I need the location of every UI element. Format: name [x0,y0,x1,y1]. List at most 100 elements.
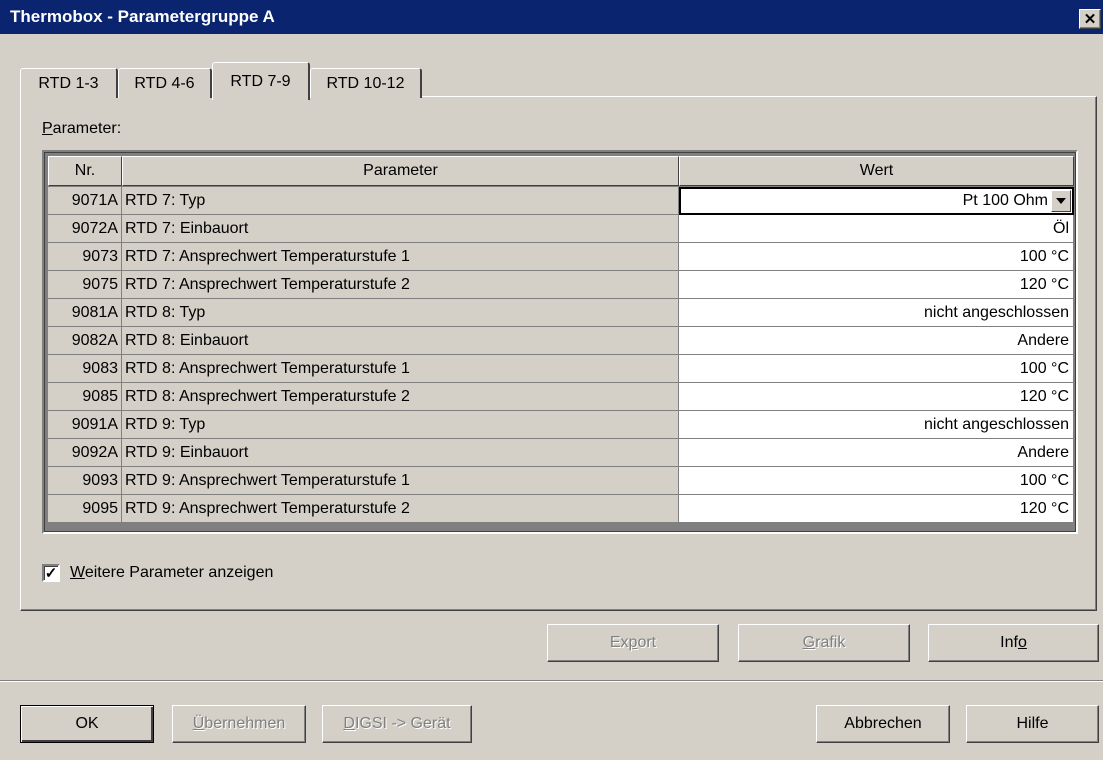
cell-parameter: RTD 7: Typ [122,187,679,215]
cell-parameter: RTD 9: Einbauort [122,439,679,467]
mnemonic: G [802,634,816,651]
table-row[interactable]: 9095 RTD 9: Ansprechwert Temperaturstufe… [48,495,1074,523]
uebernehmen-button[interactable]: Übernehmen [172,705,306,743]
mnemonic: D [343,715,355,732]
section-label: Parameter: [42,120,121,138]
cell-value[interactable]: 100 °C [679,243,1074,271]
dropdown-button[interactable] [1051,190,1071,212]
cell-nr: 9073 [48,243,122,271]
label-part: Inf [1000,634,1018,651]
cell-nr: 9093 [48,467,122,495]
cell-parameter: RTD 9: Ansprechwert Temperaturstufe 2 [122,495,679,523]
mnemonic: W [70,564,85,581]
column-header-nr[interactable]: Nr. [48,156,122,186]
label-part: bernehmen [204,715,286,732]
cell-nr: 9083 [48,355,122,383]
mnemonic: p [628,634,638,651]
table-row[interactable]: 9085 RTD 8: Ansprechwert Temperaturstufe… [48,383,1074,411]
label-part: ort [637,634,657,651]
tab-label: RTD 10-12 [326,74,405,92]
cell-value[interactable]: 100 °C [679,355,1074,383]
label-part: IGSI -> Gerät [354,715,451,732]
cell-value[interactable]: nicht angeschlossen [679,411,1074,439]
info-button[interactable]: Inf o [928,624,1099,662]
chevron-down-icon [1056,198,1066,204]
button-label: Abbrechen [844,715,922,732]
abbrechen-button[interactable]: Abbrechen [816,705,950,743]
cell-nr: 9085 [48,383,122,411]
header-label: Parameter [363,162,438,179]
export-button[interactable]: Ex p ort [547,624,719,662]
cell-parameter: RTD 9: Typ [122,411,679,439]
header-label: Wert [859,162,894,179]
cell-parameter: RTD 8: Ansprechwert Temperaturstufe 2 [122,383,679,411]
title-bar: Thermobox - Parametergruppe A ✕ [0,0,1103,34]
show-more-parameters-option[interactable]: ✓ Weitere Parameter anzeigen [42,564,273,582]
label-part: rafik [815,634,846,651]
cell-value: Pt 100 Ohm [962,192,1048,209]
tab-rtd-4-6[interactable]: RTD 4-6 [118,68,212,98]
mnemonic: Ü [192,715,205,732]
section-label-text: arameter: [52,120,122,137]
cell-parameter: RTD 7: Ansprechwert Temperaturstufe 1 [122,243,679,271]
tab-label: RTD 1-3 [38,74,99,92]
table-row[interactable]: 9083 RTD 8: Ansprechwert Temperaturstufe… [48,355,1074,383]
grafik-button[interactable]: Grafik [738,624,910,662]
close-icon: ✕ [1083,10,1097,28]
table-body: Nr. Parameter Wert 9071A RTD 7: Typ Pt 1… [44,152,1076,532]
tab-rtd-7-9[interactable]: RTD 7-9 [212,62,310,100]
tab-label: RTD 4-6 [134,74,195,92]
value-dropdown[interactable]: Pt 100 Ohm [679,187,1074,215]
checkbox-label: Weitere Parameter anzeigen [70,564,273,582]
cell-value[interactable]: 100 °C [679,467,1074,495]
table-row[interactable]: 9075 RTD 7: Ansprechwert Temperaturstufe… [48,271,1074,299]
cell-value[interactable]: Andere [679,327,1074,355]
button-label: OK [75,715,99,732]
cell-parameter: RTD 7: Ansprechwert Temperaturstufe 2 [122,271,679,299]
cell-nr: 9082A [48,327,122,355]
cell-parameter: RTD 9: Ansprechwert Temperaturstufe 1 [122,467,679,495]
cell-nr: 9081A [48,299,122,327]
cell-nr: 9072A [48,215,122,243]
cell-value[interactable]: Öl [679,215,1074,243]
cell-value[interactable]: 120 °C [679,271,1074,299]
cell-parameter: RTD 7: Einbauort [122,215,679,243]
table-row[interactable]: 9072A RTD 7: Einbauort Öl [48,215,1074,243]
digsi-to-device-button[interactable]: D IGSI -> Gerät [322,705,472,743]
table-row[interactable]: 9092A RTD 9: Einbauort Andere [48,439,1074,467]
checkmark-icon: ✓ [44,564,58,582]
cell-nr: 9091A [48,411,122,439]
window-title: Thermobox - Parametergruppe A [10,7,275,26]
show-more-parameters-checkbox[interactable]: ✓ [42,564,60,582]
close-button[interactable]: ✕ [1079,9,1101,29]
table-row[interactable]: 9073 RTD 7: Ansprechwert Temperaturstufe… [48,243,1074,271]
label-part: Ex [609,634,629,651]
cell-value[interactable]: 120 °C [679,383,1074,411]
tab-rtd-10-12[interactable]: RTD 10-12 [310,68,422,98]
cell-nr: 9092A [48,439,122,467]
header-label: Nr. [74,162,96,179]
tab-rtd-1-3[interactable]: RTD 1-3 [20,68,118,98]
column-header-wert[interactable]: Wert [679,156,1074,186]
cell-value[interactable]: 120 °C [679,495,1074,523]
cell-value[interactable]: Andere [679,439,1074,467]
cell-nr: 9075 [48,271,122,299]
hilfe-button[interactable]: Hilfe [966,705,1099,743]
table-row[interactable]: 9082A RTD 8: Einbauort Andere [48,327,1074,355]
table-row[interactable]: 9071A RTD 7: Typ Pt 100 Ohm [48,187,1074,215]
table-row[interactable]: 9091A RTD 9: Typ nicht angeschlossen [48,411,1074,439]
cell-parameter: RTD 8: Einbauort [122,327,679,355]
table-row[interactable]: 9093 RTD 9: Ansprechwert Temperaturstufe… [48,467,1074,495]
mnemonic: P [42,120,53,137]
cell-parameter: RTD 8: Ansprechwert Temperaturstufe 1 [122,355,679,383]
separator [0,680,1103,682]
button-label: Hilfe [1016,715,1049,732]
cell-parameter: RTD 8: Typ [122,299,679,327]
ok-button[interactable]: OK [20,705,154,743]
mnemonic: o [1017,634,1027,651]
table-row[interactable]: 9081A RTD 8: Typ nicht angeschlossen [48,299,1074,327]
cell-nr: 9095 [48,495,122,523]
column-header-parameter[interactable]: Parameter [122,156,679,186]
cell-nr: 9071A [48,187,122,215]
cell-value[interactable]: nicht angeschlossen [679,299,1074,327]
